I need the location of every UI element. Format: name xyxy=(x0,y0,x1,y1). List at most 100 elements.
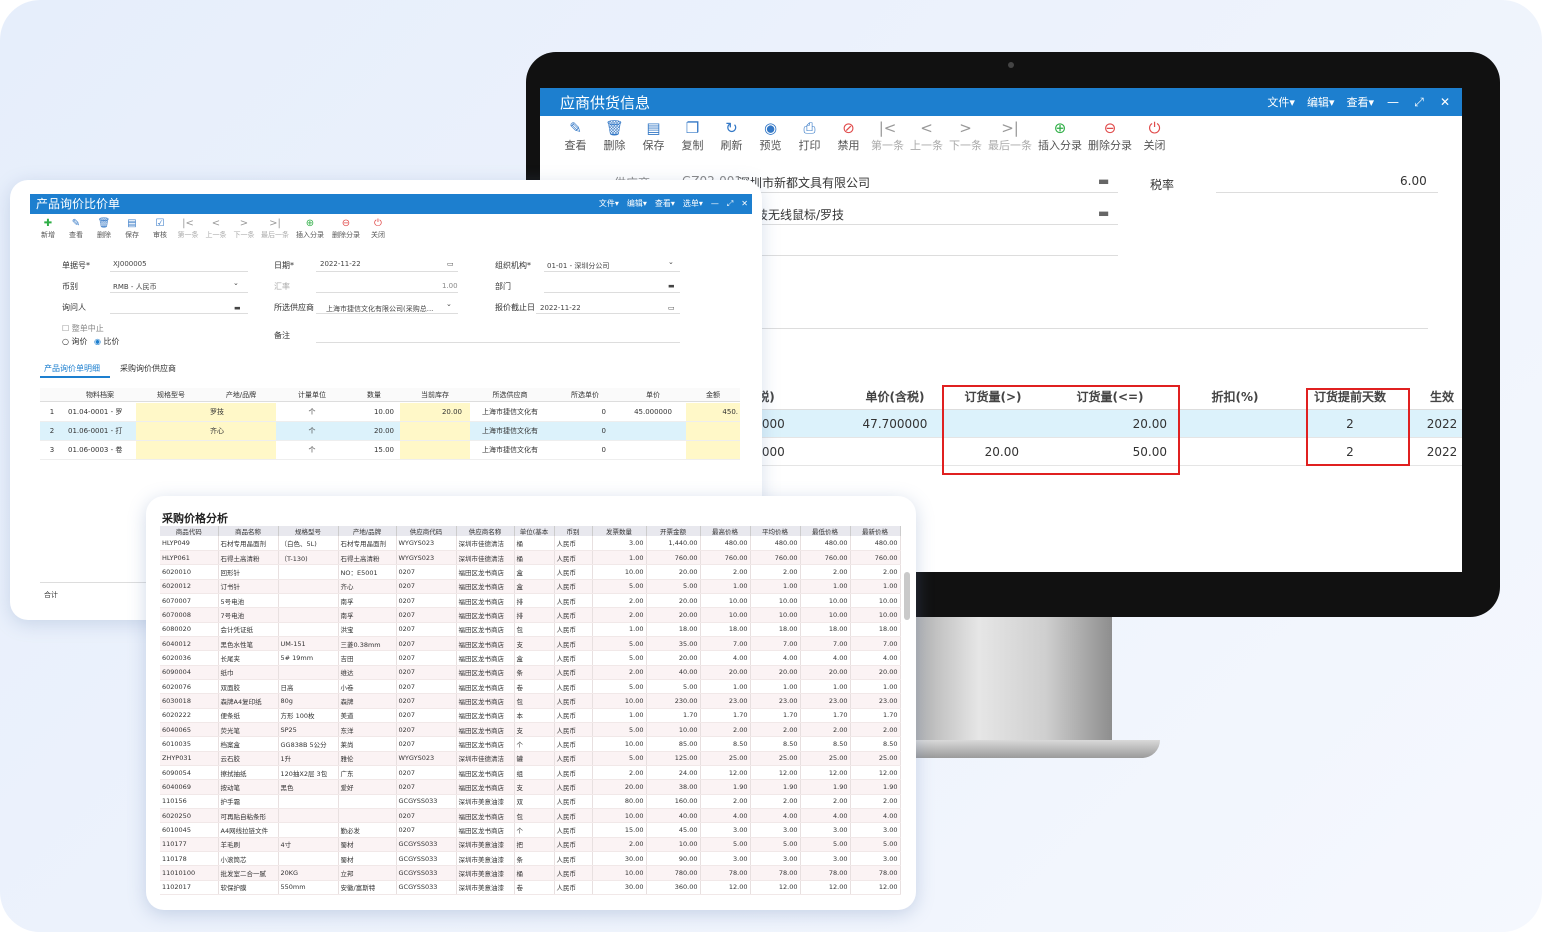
table-row[interactable]: 6020250 可再贴自粘条形 0207 福田区龙书商店包人民币 10.00 40.00 4… xyxy=(160,808,901,824)
prev-button[interactable]: < 上一条 xyxy=(202,218,230,240)
col-header[interactable]: 发票数量 xyxy=(592,526,647,536)
col-header[interactable]: 供应商名称 xyxy=(456,526,515,536)
table-row[interactable]: 6010035 档案盒 GG838B 5公分 莱尚 0207 福田区龙书商店个人民币 10.… xyxy=(160,736,901,752)
next-button[interactable]: > 下一条 xyxy=(230,218,258,240)
col-header[interactable]: 最新价格 xyxy=(850,526,901,536)
mode-radio-ask[interactable]: ○ 询价 xyxy=(62,336,88,347)
insert-entry-button[interactable]: ⊕ 插入分录 xyxy=(1035,120,1085,160)
table-row[interactable]: 110177 羊毛刷 4寸 蜀材 GCGYSS033 深圳市美意油漆把人民币 2.00 10.… xyxy=(160,837,901,853)
table-row[interactable]: 6090054 擦拭抽纸 120抽X2层 3包 广东 0207 福田区龙书商店组人民币 2.… xyxy=(160,765,901,781)
mode-radio-compare[interactable]: ◉ 比价 xyxy=(94,336,120,347)
table-row[interactable]: ZHYP031 云石胶 1升 雅伦 WYGYS023 深圳市佳德清洁罐人民币 5.00 125… xyxy=(160,751,901,767)
view-button[interactable]: ✎ 查看 xyxy=(62,218,90,240)
table-row[interactable]: 1 01.04-0001 - 罗 罗技 个 10.00 20.00 上海市捷信文… xyxy=(40,403,740,422)
table-row[interactable]: 6040065 荧光笔 SP25 东洋 0207 福田区龙书商店支人民币 5.00 10.00… xyxy=(160,722,901,738)
preview-button[interactable]: ◉ 预览 xyxy=(751,120,790,160)
print-button[interactable]: ⎙ 打印 xyxy=(790,120,829,160)
first-button[interactable]: |< 第一条 xyxy=(174,218,202,240)
close-icon[interactable]: ✕ xyxy=(741,194,748,214)
table-row[interactable]: 6020076 双面胶 日高 小卷 0207 福田区龙书商店卷人民币 5.00 5.00 1.0… xyxy=(160,679,901,695)
deadline-value[interactable]: 2022-11-22 xyxy=(540,304,581,312)
table-row[interactable]: 6010045 A4网线拉链文件 勤必发 0207 福田区龙书商店个人民币 15.00 45… xyxy=(160,822,901,838)
table-row[interactable]: 3 01.06-0003 - 卷 个 15.00 上海市捷信文化有 0 xyxy=(40,441,740,460)
calendar-icon[interactable]: ▭ xyxy=(447,260,454,268)
menu-edit[interactable]: 编辑▾ xyxy=(1307,94,1335,110)
tab-detail[interactable]: 产品询价单明细 xyxy=(44,363,100,374)
table-row[interactable]: 6040012 黑色水性笔 UM-151 三菱0.38mm 0207 福田区龙书商店支人民… xyxy=(160,636,901,652)
col-header[interactable]: 最低价格 xyxy=(800,526,851,536)
table-row[interactable]: 6020222 便条纸 方形 100枚 美道 0207 福田区龙书商店本人民币 1.00 1.… xyxy=(160,708,901,723)
scrollbar-thumb[interactable] xyxy=(904,572,910,620)
table-row[interactable]: 6030018 森牌A4复印纸 80g 森牌 0207 福田区龙书商店包人民币 10.00 2… xyxy=(160,693,901,709)
menu-view[interactable]: 查看▾ xyxy=(655,194,675,214)
table-row[interactable]: 6080020 会计凭证纸 洪宝 0207 福田区龙书商店包人民币 1.00 18.00 18… xyxy=(160,622,901,637)
menu-view[interactable]: 查看▾ xyxy=(1346,94,1374,110)
date-value[interactable]: 2022-11-22 xyxy=(320,260,361,268)
chevron-down-icon[interactable]: ⌄ xyxy=(668,258,674,266)
menu-file[interactable]: 文件▾ xyxy=(1267,94,1295,110)
col-header[interactable]: 币别 xyxy=(554,526,593,536)
col-header[interactable]: 开票金额 xyxy=(646,526,701,536)
table-row[interactable]: HLYP049 石材专用晶面剂 （白色、5L) 石材专用晶面剂 WYGYS023 深圳市佳… xyxy=(160,536,901,551)
folder-icon[interactable]: ▬ xyxy=(668,282,675,290)
col-header[interactable]: 最高价格 xyxy=(700,526,751,536)
col-header[interactable]: 产地/品牌 xyxy=(338,526,397,536)
first-button[interactable]: |< 第一条 xyxy=(868,120,907,160)
audit-button[interactable]: ☑ 审核 xyxy=(146,218,174,240)
delete-entry-button[interactable]: ⊖ 删除分录 xyxy=(328,218,364,240)
table-row[interactable]: HLYP061 石得土高清粉 （T-130) 石得土高清粉 WYGYS023 深圳市佳德清… xyxy=(160,550,901,566)
folder-icon[interactable]: ▬ xyxy=(1098,206,1109,220)
stop-checkbox[interactable]: ☐ 整单中止 xyxy=(62,323,104,334)
table-row[interactable]: 2 01.06-0001 - 打 齐心 个 20.00 上海市捷信文化有 0 xyxy=(40,422,740,441)
table-row[interactable]: 110178 小滚筒芯 蜀材 GCGYSS033 深圳市美意油漆条人民币 30.00 90.… xyxy=(160,851,901,867)
refresh-button[interactable]: ↻ 刷新 xyxy=(712,120,751,160)
copy-button[interactable]: ❐ 复制 xyxy=(673,120,712,160)
chevron-down-icon[interactable]: ⌄ xyxy=(446,300,452,308)
calendar-icon[interactable]: ▭ xyxy=(668,304,675,312)
table-row[interactable]: 6020012 订书针 齐心 0207 福田区龙书商店盒人民币 5.00 5.00 1.00 1… xyxy=(160,579,901,594)
minimize-icon[interactable]: — xyxy=(1386,95,1400,109)
currency-value[interactable]: RMB - 人民币 xyxy=(113,282,157,292)
col-header[interactable]: 商品代码 xyxy=(160,526,219,536)
menu-select[interactable]: 选单▾ xyxy=(683,194,703,214)
maximize-icon[interactable]: ⤢ xyxy=(727,194,733,214)
delete-button[interactable]: 🗑 删除 xyxy=(90,218,118,240)
last-button[interactable]: >| 最后一条 xyxy=(258,218,292,240)
table-row[interactable]: 6020036 长尾夹 5# 19mm 吉田 0207 福田区龙书商店盒人民币 5.00 20… xyxy=(160,650,901,666)
col-header[interactable]: 规格型号 xyxy=(278,526,339,536)
new-button[interactable]: ✚ 新增 xyxy=(34,218,62,240)
doc-no-value[interactable]: XJ000005 xyxy=(113,260,147,268)
tab-suppliers[interactable]: 采购询价供应商 xyxy=(120,363,176,374)
table-row[interactable]: 6070008 7号电池 南孚 0207 福田区龙书商店排人民币 2.00 20.00 10.… xyxy=(160,607,901,623)
close-icon[interactable]: ✕ xyxy=(1438,95,1452,109)
folder-icon[interactable]: ▬ xyxy=(1098,174,1109,188)
prev-button[interactable]: < 上一条 xyxy=(907,120,946,160)
close-button[interactable]: ⏻ 关闭 xyxy=(1135,120,1174,160)
table-row[interactable]: 11010100 批发室二合一腻 20KG 立邦 GCGYSS033 深圳市美意油漆桶人民… xyxy=(160,865,901,881)
disable-button[interactable]: ⊘ 禁用 xyxy=(829,120,868,160)
save-button[interactable]: ▤ 保存 xyxy=(634,120,673,160)
table-row[interactable]: 110156 护手霜 GCGYSS033 深圳市美意油漆双人民币 80.00 160.00… xyxy=(160,794,901,810)
col-header[interactable]: 单位(基本 xyxy=(514,526,555,536)
table-row[interactable]: 6090004 纸巾 维达 0207 福田区龙书商店条人民币 2.00 40.00 20.00… xyxy=(160,665,901,680)
table-row[interactable]: 6070007 5号电池 南孚 0207 福田区龙书商店排人民币 2.00 20.00 10.… xyxy=(160,593,901,609)
table-row[interactable]: 6040069 按动笔 黑色 爱好 0207 福田区龙书商店支人民币 20.00 38.00 1… xyxy=(160,779,901,795)
menu-file[interactable]: 文件▾ xyxy=(599,194,619,214)
table-row[interactable]: 6020010 回形针 NO：E5001 0207 福田区龙书商店盒人民币 10.00 20… xyxy=(160,564,901,580)
save-button[interactable]: ▤ 保存 xyxy=(118,218,146,240)
org-value[interactable]: 01-01 - 深圳分公司 xyxy=(547,261,609,271)
col-header[interactable]: 供应商代码 xyxy=(396,526,457,536)
chevron-down-icon[interactable]: ⌄ xyxy=(233,279,239,287)
tax-value[interactable]: 6.00 xyxy=(1400,174,1427,188)
maximize-icon[interactable]: ⤢ xyxy=(1412,95,1426,110)
delete-button[interactable]: 🗑 删除 xyxy=(595,120,634,160)
close-button[interactable]: ⏻ 关闭 xyxy=(364,218,392,240)
col-header[interactable]: 平均价格 xyxy=(750,526,801,536)
minimize-icon[interactable]: — xyxy=(711,194,719,214)
view-button[interactable]: ✎ 查看 xyxy=(556,120,595,160)
insert-entry-button[interactable]: ⊕ 插入分录 xyxy=(292,218,328,240)
folder-icon[interactable]: ▬ xyxy=(234,304,241,312)
last-button[interactable]: >| 最后一条 xyxy=(985,120,1035,160)
delete-entry-button[interactable]: ⊖ 删除分录 xyxy=(1085,120,1135,160)
table-row[interactable]: 1102017 软保护膜 550mm 安徽/富斯特 GCGYSS033 深圳市美意油漆卷人… xyxy=(160,880,901,896)
